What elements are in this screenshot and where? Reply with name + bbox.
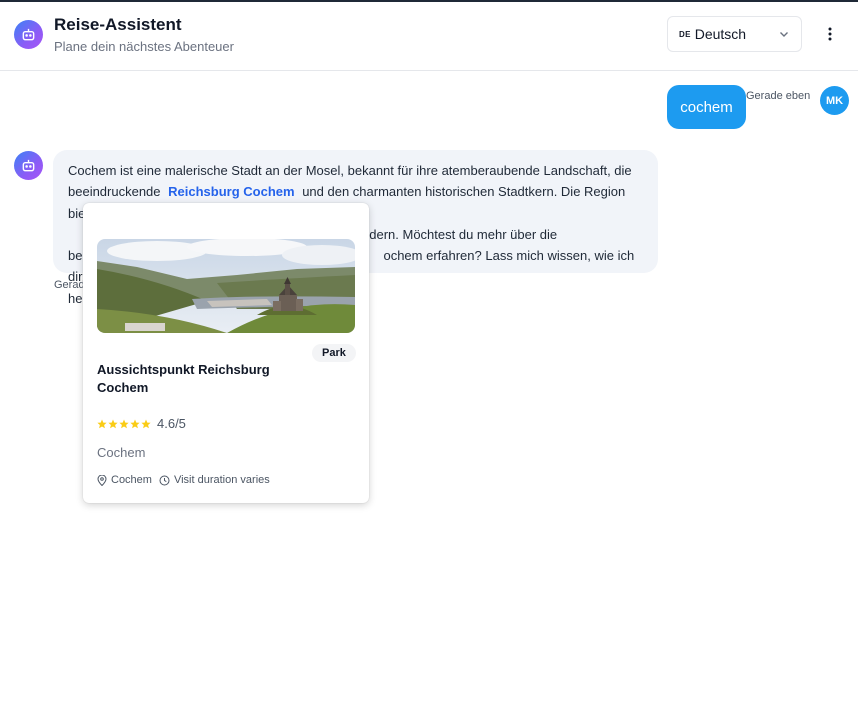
star-icon [141, 419, 151, 428]
rating-stars [97, 419, 151, 429]
chevron-down-icon [780, 32, 788, 37]
app-title: Reise-Assistent [54, 15, 182, 34]
place-name: Aussichtspunkt Reichsburg Cochem [97, 362, 270, 395]
assistant-message-time: Gerad [54, 279, 85, 291]
place-photo [97, 239, 355, 333]
location-meta: Cochem [97, 474, 152, 486]
rating-row: 4.6/5 [97, 416, 186, 431]
assistant-text-fragment: be [68, 248, 83, 264]
duration-text: Visit duration varies [173, 474, 270, 486]
robot-icon [14, 151, 43, 180]
entity-link[interactable]: Reichsburg Cochem [168, 184, 294, 199]
location-text: Cochem [111, 474, 152, 486]
robot-icon [14, 20, 43, 49]
user-avatar[interactable]: MK [820, 86, 849, 115]
star-icon [130, 419, 140, 428]
clock-icon [159, 475, 170, 485]
language-label: Deutsch [694, 26, 747, 42]
rating-value: 4.6/5 [157, 416, 186, 431]
user-message-bubble: cochem [667, 85, 746, 129]
map-pin-icon [97, 474, 107, 486]
assistant-text-fragment: he [68, 290, 83, 306]
place-card-popover[interactable]: Park Aussichtspunkt Reichsburg Cochem 4.… [83, 203, 369, 503]
user-message-time: Gerade eben [746, 90, 811, 102]
app-header: Reise-Assistent Plane dein nächstes Aben… [0, 2, 858, 71]
place-city: Cochem [97, 445, 146, 460]
app-subtitle: Plane dein nächstes Abenteuer [54, 39, 234, 54]
star-icon [97, 419, 107, 428]
language-select[interactable]: DE Deutsch [667, 16, 802, 52]
star-icon [119, 419, 129, 428]
place-meta-row: Cochem Visit duration varies [97, 474, 277, 486]
duration-meta: Visit duration varies [159, 474, 270, 486]
place-type-badge: Park [312, 344, 356, 362]
star-icon [108, 419, 118, 428]
language-code: DE [679, 29, 691, 39]
more-vertical-icon[interactable] [820, 24, 840, 44]
